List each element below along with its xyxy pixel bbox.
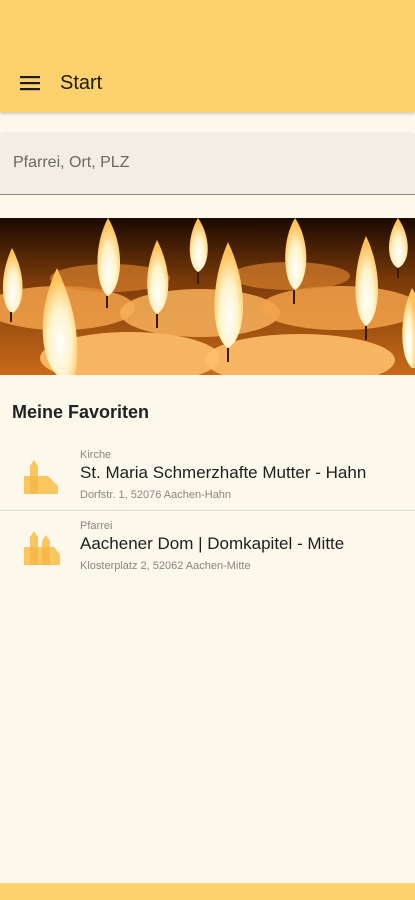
favorite-address: Klosterplatz 2, 52062 Aachen-Mitte <box>80 560 251 572</box>
hero-candles-image <box>0 218 415 375</box>
favorite-type: Kirche <box>80 449 112 461</box>
favorite-item-parish[interactable]: Pfarrei Aachener Dom | Domkapitel - Mitt… <box>0 510 415 580</box>
search-field[interactable] <box>0 132 415 195</box>
status-bar <box>0 0 415 54</box>
favorites-heading: Meine Favoriten <box>12 402 150 422</box>
favorite-address: Dorfstr. 1, 52076 Aachen-Hahn <box>80 489 232 501</box>
hamburger-menu-icon <box>20 76 40 91</box>
favorite-type: Pfarrei <box>80 520 113 532</box>
app-bar: Start <box>0 54 415 112</box>
church-icon <box>24 460 58 494</box>
favorites-list: Kirche St. Maria Schmerzhafte Mutter - H… <box>0 440 415 580</box>
bottom-bar <box>0 883 415 900</box>
menu-button[interactable] <box>0 54 60 112</box>
parish-icon <box>24 531 60 565</box>
favorite-name: St. Maria Schmerzhafte Mutter - Hahn <box>80 463 367 482</box>
search-input[interactable] <box>0 132 415 194</box>
favorite-name: Aachener Dom | Domkapitel - Mitte <box>80 534 345 553</box>
favorite-item-church[interactable]: Kirche St. Maria Schmerzhafte Mutter - H… <box>0 440 415 510</box>
page-title: Start <box>60 71 103 94</box>
